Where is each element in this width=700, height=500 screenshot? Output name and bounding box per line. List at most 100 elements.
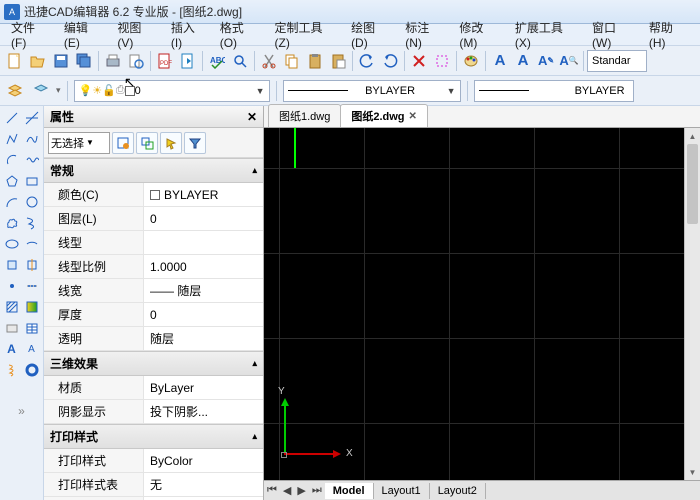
prop-row-transparency[interactable]: 透明随层 <box>44 327 263 351</box>
prop-row-material[interactable]: 材质ByLayer <box>44 376 263 400</box>
ellipse-tool-icon[interactable] <box>2 234 21 254</box>
copy-icon[interactable] <box>281 50 303 72</box>
paste-icon[interactable] <box>304 50 326 72</box>
delete-icon[interactable] <box>408 50 430 72</box>
menu-window[interactable]: 窗口(W) <box>585 17 642 52</box>
circle-tool-icon[interactable] <box>22 192 41 212</box>
vertical-scrollbar[interactable]: ▲ ▼ <box>684 128 700 480</box>
filter-icon[interactable] <box>184 132 206 154</box>
layout-first-icon[interactable]: ⏮ <box>264 484 280 497</box>
arc3p-tool-icon[interactable] <box>2 192 21 212</box>
find-icon[interactable] <box>229 50 251 72</box>
select-icon[interactable] <box>431 50 453 72</box>
hatch-tool-icon[interactable] <box>2 297 21 317</box>
point-tool-icon[interactable] <box>2 276 21 296</box>
undo-icon[interactable] <box>356 50 378 72</box>
gradient-tool-icon[interactable] <box>22 297 41 317</box>
paste-special-icon[interactable] <box>327 50 349 72</box>
text-a-icon[interactable]: A <box>489 50 511 72</box>
redo-icon[interactable] <box>379 50 401 72</box>
layout-tab-2[interactable]: Layout2 <box>430 483 486 499</box>
pickadd-icon[interactable] <box>136 132 158 154</box>
spline-tool-icon[interactable] <box>22 129 41 149</box>
menu-dimension[interactable]: 标注(N) <box>398 17 452 52</box>
print-preview-icon[interactable] <box>125 50 147 72</box>
tab-drawing1[interactable]: 图纸1.dwg <box>268 104 341 127</box>
print-icon[interactable] <box>102 50 124 72</box>
divide-tool-icon[interactable] <box>22 276 41 296</box>
block-tool-icon[interactable] <box>2 255 21 275</box>
menu-view[interactable]: 视图(V) <box>110 17 164 52</box>
arc-tool-icon[interactable] <box>2 150 21 170</box>
layer-states-icon[interactable] <box>30 80 52 102</box>
prop-row-ltscale[interactable]: 线型比例1.0000 <box>44 255 263 279</box>
quickselect-icon[interactable] <box>112 132 134 154</box>
menu-insert[interactable]: 插入(I) <box>164 17 213 52</box>
tab-close-icon[interactable]: ✕ <box>409 111 417 122</box>
insert-tool-icon[interactable] <box>22 255 41 275</box>
tab-drawing2[interactable]: 图纸2.dwg✕ <box>340 104 428 127</box>
menu-help[interactable]: 帮助(H) <box>642 17 696 52</box>
expand-tool-icon[interactable]: » <box>12 401 31 421</box>
layout-last-icon[interactable]: ⏭ <box>309 484 325 497</box>
donut-tool-icon[interactable] <box>22 360 41 380</box>
region-tool-icon[interactable] <box>2 318 21 338</box>
group-general[interactable]: 常规▴ <box>44 158 263 183</box>
layout-tab-model[interactable]: Model <box>325 483 374 499</box>
polygon-tool-icon[interactable] <box>2 171 21 191</box>
layers-icon[interactable] <box>4 80 26 102</box>
scroll-down-icon[interactable]: ▼ <box>685 464 700 480</box>
polyline-tool-icon[interactable] <box>2 129 21 149</box>
menu-ext-tools[interactable]: 扩展工具(X) <box>508 17 585 52</box>
menu-edit[interactable]: 编辑(E) <box>57 17 111 52</box>
selectobj-icon[interactable] <box>160 132 182 154</box>
spellcheck-icon[interactable]: ABC <box>206 50 228 72</box>
line-tool-icon[interactable] <box>2 108 21 128</box>
prop-row-plotstyle[interactable]: 打印样式ByColor <box>44 449 263 473</box>
text-find-icon[interactable]: A🔍 <box>558 50 580 72</box>
xline-tool-icon[interactable] <box>22 108 41 128</box>
cut-icon[interactable] <box>258 50 280 72</box>
prop-row-plottable[interactable]: 打印样式表无 <box>44 473 263 497</box>
helix-tool-icon[interactable] <box>2 360 21 380</box>
prop-row-thickness[interactable]: 厚度0 <box>44 303 263 327</box>
spline2-tool-icon[interactable] <box>22 213 41 233</box>
panel-close-icon[interactable]: ✕ <box>247 110 257 124</box>
prop-row-shadow[interactable]: 阴影显示投下阴影... <box>44 400 263 424</box>
layout-tab-1[interactable]: Layout1 <box>374 483 430 499</box>
style-combo[interactable]: Standar <box>587 50 647 72</box>
table-tool-icon[interactable] <box>22 318 41 338</box>
ellipse-arc-tool-icon[interactable] <box>22 234 41 254</box>
export-pdf-icon[interactable]: PDF <box>154 50 176 72</box>
selection-combo[interactable]: 无选择 ▼ <box>48 132 110 154</box>
scroll-thumb[interactable] <box>687 144 698 224</box>
prop-row-color[interactable]: 颜色(C)BYLAYER <box>44 183 263 207</box>
prop-row-linetype[interactable]: 线型 <box>44 231 263 255</box>
prop-row-lineweight[interactable]: 线宽—— 随层 <box>44 279 263 303</box>
linetype2-combo[interactable]: BYLAYER <box>474 80 634 102</box>
drawing-canvas[interactable]: Y X <box>264 128 684 480</box>
text-tool-icon[interactable]: A <box>22 339 41 359</box>
rect-tool-icon[interactable] <box>22 171 41 191</box>
new-icon[interactable] <box>4 50 26 72</box>
linetype-combo[interactable]: BYLAYER ▼ <box>283 80 461 102</box>
prop-row-layer[interactable]: 图层(L)0 <box>44 207 263 231</box>
open-icon[interactable] <box>27 50 49 72</box>
menu-draw[interactable]: 绘图(D) <box>344 17 398 52</box>
text-style-icon[interactable]: A✎ <box>535 50 557 72</box>
menu-format[interactable]: 格式(O) <box>213 17 268 52</box>
group-3d[interactable]: 三维效果▴ <box>44 351 263 376</box>
saveall-icon[interactable] <box>73 50 95 72</box>
export-icon[interactable] <box>177 50 199 72</box>
menu-file[interactable]: 文件(F) <box>4 17 57 52</box>
menu-modify[interactable]: 修改(M) <box>452 17 507 52</box>
group-print[interactable]: 打印样式▴ <box>44 424 263 449</box>
scroll-up-icon[interactable]: ▲ <box>685 128 700 144</box>
palette-icon[interactable] <box>460 50 482 72</box>
layout-next-icon[interactable]: ▶ <box>294 484 308 497</box>
layer-combo[interactable]: 💡 ☀ 🔓 ⎙ 0 ▼ ↖ <box>74 80 270 102</box>
revcloud-tool-icon[interactable] <box>2 213 21 233</box>
wave-tool-icon[interactable] <box>22 150 41 170</box>
save-icon[interactable] <box>50 50 72 72</box>
layout-prev-icon[interactable]: ◀ <box>280 484 294 497</box>
